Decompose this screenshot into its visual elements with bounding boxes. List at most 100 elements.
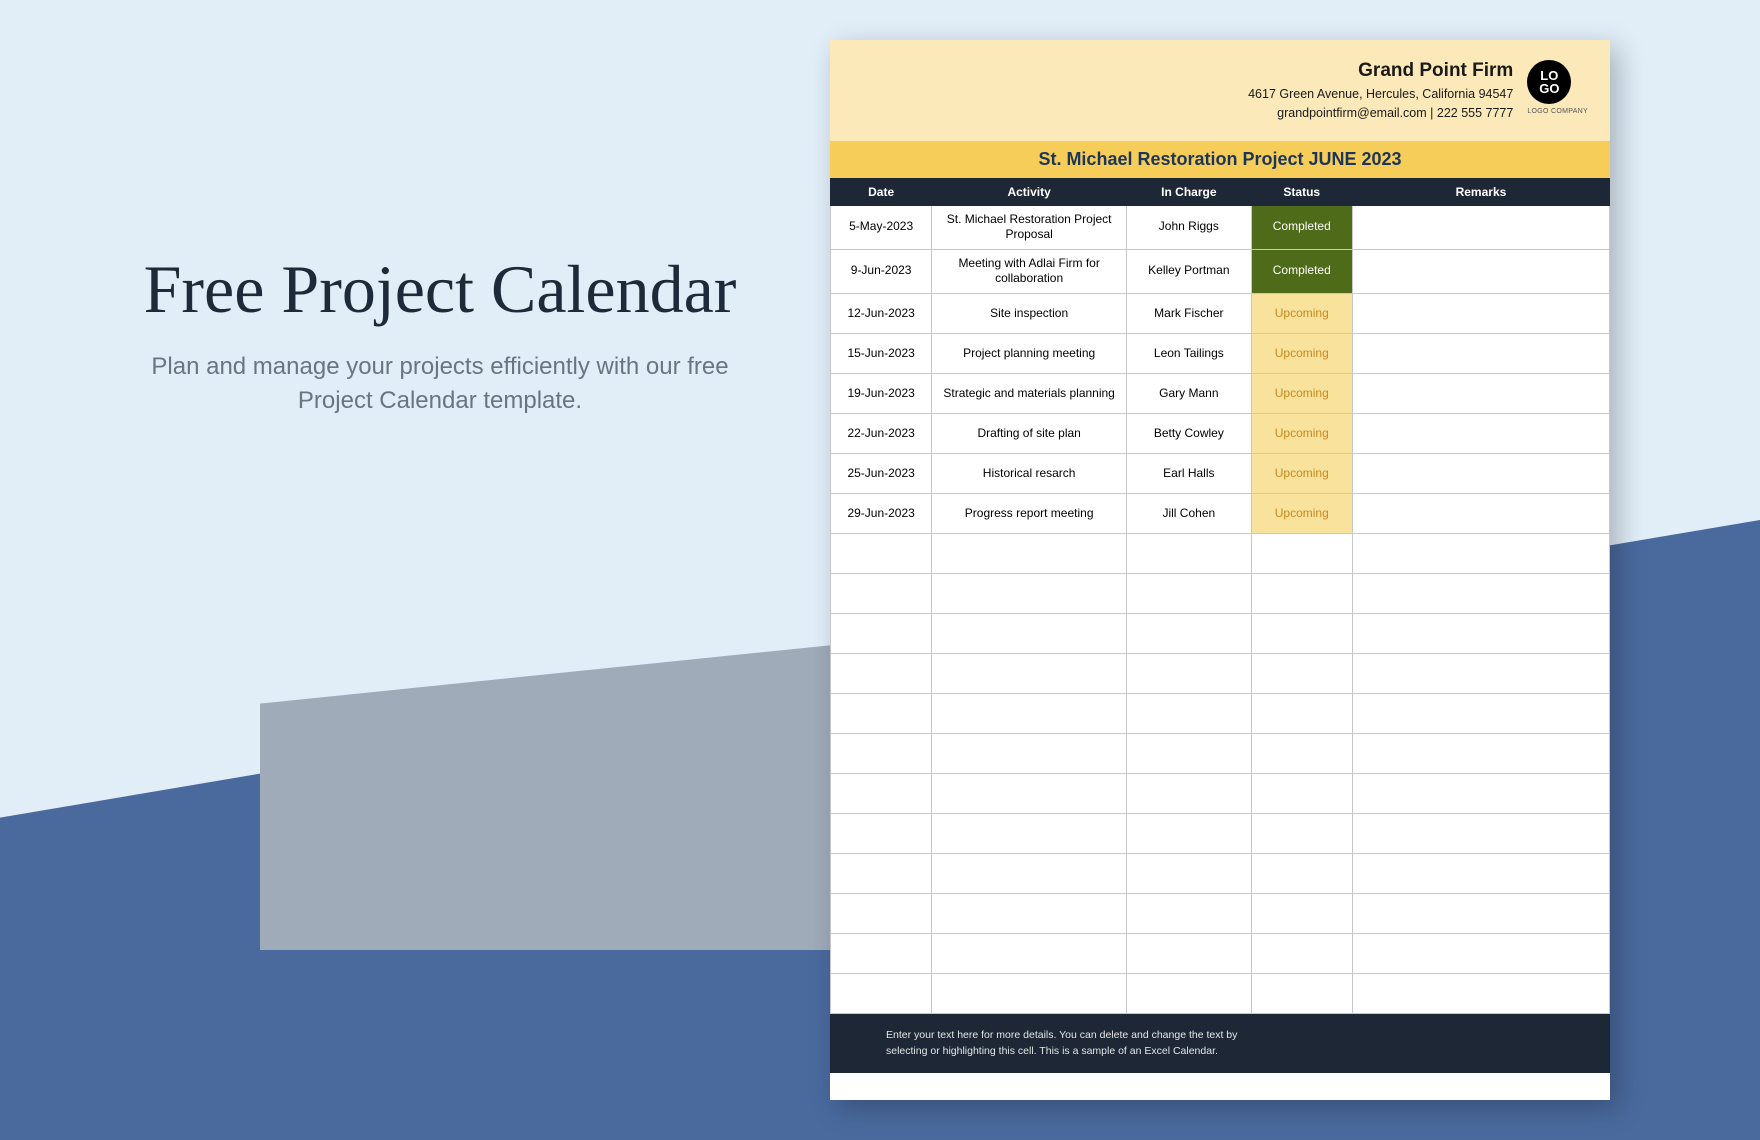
cell-empty xyxy=(1251,933,1352,973)
table-row: 9-Jun-2023Meeting with Adlai Firm for co… xyxy=(831,249,1610,293)
cell-in_charge: Mark Fischer xyxy=(1127,293,1252,333)
cell-empty xyxy=(1352,773,1609,813)
table-row-empty xyxy=(831,533,1610,573)
cell-empty xyxy=(1251,773,1352,813)
cell-empty xyxy=(1352,613,1609,653)
cell-date: 25-Jun-2023 xyxy=(831,453,932,493)
cell-empty xyxy=(1251,573,1352,613)
cell-remarks xyxy=(1352,413,1609,453)
cell-empty xyxy=(1251,653,1352,693)
cell-empty xyxy=(831,533,932,573)
cell-empty xyxy=(1127,813,1252,853)
firm-contact: grandpointfirm@email.com | 222 555 7777 xyxy=(1248,104,1513,123)
col-in-charge: In Charge xyxy=(1127,178,1252,205)
table-row-empty xyxy=(831,813,1610,853)
cell-activity: Meeting with Adlai Firm for collaboratio… xyxy=(932,249,1127,293)
cell-empty xyxy=(1352,813,1609,853)
cell-remarks xyxy=(1352,333,1609,373)
cell-empty xyxy=(932,773,1127,813)
cell-empty xyxy=(1251,893,1352,933)
cell-remarks xyxy=(1352,293,1609,333)
cell-empty xyxy=(1251,733,1352,773)
cell-empty xyxy=(932,893,1127,933)
cell-date: 9-Jun-2023 xyxy=(831,249,932,293)
cell-empty xyxy=(1352,893,1609,933)
project-table: Date Activity In Charge Status Remarks 5… xyxy=(830,178,1610,1014)
cell-empty xyxy=(1127,533,1252,573)
cell-empty xyxy=(831,653,932,693)
cell-empty xyxy=(1127,693,1252,733)
cell-empty xyxy=(1251,853,1352,893)
cell-activity: Project planning meeting xyxy=(932,333,1127,373)
cell-empty xyxy=(932,613,1127,653)
cell-empty xyxy=(831,733,932,773)
cell-in_charge: Kelley Portman xyxy=(1127,249,1252,293)
cell-empty xyxy=(1127,733,1252,773)
doc-footer: Enter your text here for more details. Y… xyxy=(830,1014,1610,1074)
cell-empty xyxy=(932,733,1127,773)
cell-status: Upcoming xyxy=(1251,493,1352,533)
cell-in_charge: Earl Halls xyxy=(1127,453,1252,493)
table-row-empty xyxy=(831,933,1610,973)
cell-empty xyxy=(1127,613,1252,653)
table-row-empty xyxy=(831,653,1610,693)
firm-name: Grand Point Firm xyxy=(1248,60,1513,82)
cell-in_charge: Leon Tailings xyxy=(1127,333,1252,373)
cell-empty xyxy=(1352,533,1609,573)
cell-in_charge: Gary Mann xyxy=(1127,373,1252,413)
table-row-empty xyxy=(831,973,1610,1013)
cell-empty xyxy=(1251,813,1352,853)
cell-empty xyxy=(1352,973,1609,1013)
doc-header: Grand Point Firm 4617 Green Avenue, Herc… xyxy=(830,40,1610,141)
cell-empty xyxy=(1127,933,1252,973)
table-row: 19-Jun-2023Strategic and materials plann… xyxy=(831,373,1610,413)
cell-date: 12-Jun-2023 xyxy=(831,293,932,333)
cell-date: 22-Jun-2023 xyxy=(831,413,932,453)
table-row-empty xyxy=(831,853,1610,893)
table-row: 12-Jun-2023Site inspectionMark FischerUp… xyxy=(831,293,1610,333)
table-header-row: Date Activity In Charge Status Remarks xyxy=(831,178,1610,205)
cell-status: Upcoming xyxy=(1251,453,1352,493)
table-row: 22-Jun-2023Drafting of site planBetty Co… xyxy=(831,413,1610,453)
cell-date: 5-May-2023 xyxy=(831,205,932,249)
cell-status: Upcoming xyxy=(1251,373,1352,413)
table-row: 5-May-2023St. Michael Restoration Projec… xyxy=(831,205,1610,249)
cell-in_charge: John Riggs xyxy=(1127,205,1252,249)
cell-empty xyxy=(932,653,1127,693)
cell-empty xyxy=(1352,853,1609,893)
cell-empty xyxy=(1127,573,1252,613)
cell-empty xyxy=(932,813,1127,853)
cell-in_charge: Jill Cohen xyxy=(1127,493,1252,533)
cell-empty xyxy=(1127,973,1252,1013)
cell-empty xyxy=(932,533,1127,573)
table-row-empty xyxy=(831,573,1610,613)
cell-empty xyxy=(831,573,932,613)
cell-empty xyxy=(831,973,932,1013)
document-preview: Grand Point Firm 4617 Green Avenue, Herc… xyxy=(830,40,1610,1100)
cell-empty xyxy=(1251,693,1352,733)
footer-text: Enter your text here for more details. Y… xyxy=(886,1028,1247,1060)
page-title: Free Project Calendar xyxy=(140,250,740,328)
cell-empty xyxy=(1251,973,1352,1013)
cell-activity: Drafting of site plan xyxy=(932,413,1127,453)
cell-remarks xyxy=(1352,205,1609,249)
project-title-bar: St. Michael Restoration Project JUNE 202… xyxy=(830,141,1610,178)
cell-status: Upcoming xyxy=(1251,333,1352,373)
table-row: 29-Jun-2023Progress report meetingJill C… xyxy=(831,493,1610,533)
table-row: 25-Jun-2023Historical resarchEarl HallsU… xyxy=(831,453,1610,493)
cell-in_charge: Betty Cowley xyxy=(1127,413,1252,453)
table-row-empty xyxy=(831,693,1610,733)
cell-activity: Site inspection xyxy=(932,293,1127,333)
table-row-empty xyxy=(831,773,1610,813)
page-subtitle: Plan and manage your projects efficientl… xyxy=(140,350,740,417)
firm-info: Grand Point Firm 4617 Green Avenue, Herc… xyxy=(1248,60,1513,123)
cell-empty xyxy=(932,573,1127,613)
cell-activity: St. Michael Restoration Project Proposal xyxy=(932,205,1127,249)
cell-date: 19-Jun-2023 xyxy=(831,373,932,413)
cell-empty xyxy=(1127,653,1252,693)
promo-panel: Free Project Calendar Plan and manage yo… xyxy=(140,250,740,417)
table-row: 15-Jun-2023Project planning meetingLeon … xyxy=(831,333,1610,373)
col-status: Status xyxy=(1251,178,1352,205)
cell-remarks xyxy=(1352,453,1609,493)
col-remarks: Remarks xyxy=(1352,178,1609,205)
